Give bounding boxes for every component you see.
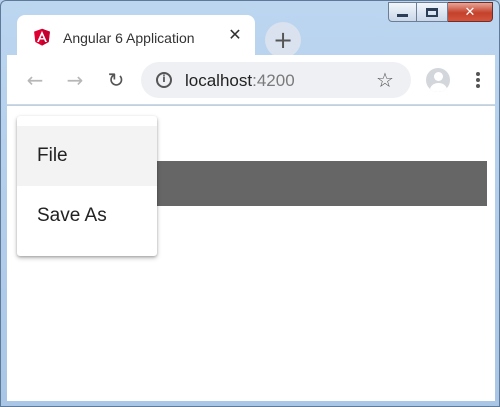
page-content: File Save As bbox=[7, 106, 495, 401]
minimize-button[interactable] bbox=[388, 2, 417, 22]
browser-toolbar: ← → ↻ i localhost:4200 ☆ bbox=[7, 55, 495, 105]
back-arrow-icon[interactable]: ← bbox=[23, 68, 47, 92]
minimize-icon bbox=[397, 13, 408, 17]
profile-icon[interactable] bbox=[426, 68, 450, 92]
tab-title: Angular 6 Application bbox=[63, 30, 195, 46]
new-tab-button[interactable]: + bbox=[265, 22, 301, 58]
plus-icon: + bbox=[272, 26, 294, 54]
menu-item-file[interactable]: File bbox=[17, 126, 157, 186]
avatar-head bbox=[434, 72, 443, 81]
browser-window: ✕ Angular 6 Application ✕ + ← → ↻ i loca… bbox=[0, 0, 500, 407]
kebab-dot bbox=[476, 84, 480, 88]
angular-logo-icon bbox=[34, 28, 50, 46]
url-port: :4200 bbox=[252, 71, 295, 90]
forward-arrow-icon[interactable]: → bbox=[63, 68, 87, 92]
kebab-dot bbox=[476, 72, 480, 76]
menu-item-save-as[interactable]: Save As bbox=[17, 186, 157, 246]
star-icon[interactable]: ☆ bbox=[376, 68, 394, 92]
browser-tab[interactable]: Angular 6 Application ✕ bbox=[17, 15, 255, 55]
window-controls: ✕ bbox=[388, 2, 493, 22]
avatar-body bbox=[430, 83, 447, 92]
kebab-menu-icon[interactable] bbox=[470, 69, 486, 91]
close-icon: ✕ bbox=[464, 4, 476, 20]
tab-close-icon[interactable]: ✕ bbox=[226, 26, 244, 44]
url-text: localhost:4200 bbox=[185, 71, 295, 91]
maximize-icon bbox=[426, 7, 438, 17]
url-host: localhost bbox=[185, 71, 253, 90]
maximize-button[interactable] bbox=[417, 2, 448, 22]
window-close-button[interactable]: ✕ bbox=[448, 2, 493, 22]
reload-icon[interactable]: ↻ bbox=[104, 68, 128, 92]
kebab-dot bbox=[476, 78, 480, 82]
address-bar[interactable]: i localhost:4200 bbox=[141, 62, 411, 98]
info-icon[interactable]: i bbox=[156, 72, 172, 88]
dropdown-menu: File Save As bbox=[17, 116, 157, 256]
